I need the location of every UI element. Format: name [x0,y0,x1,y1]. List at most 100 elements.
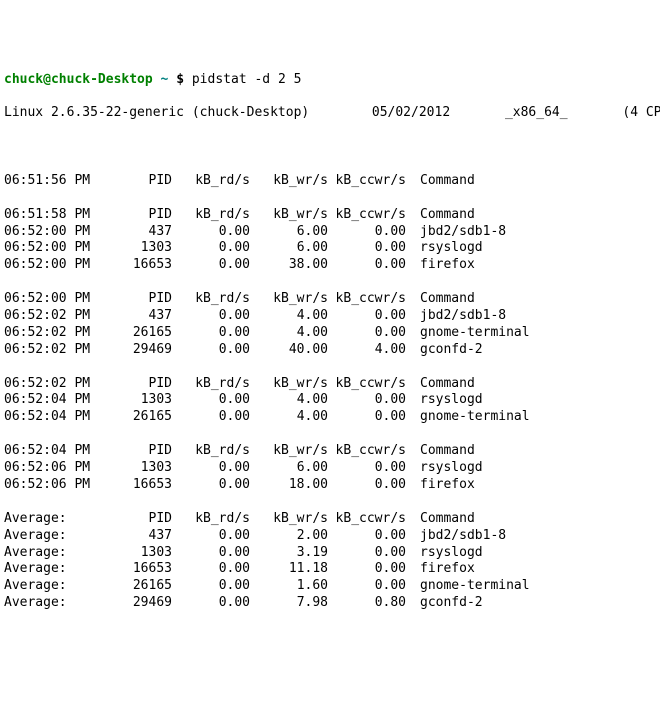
cell-rd: 0.00 [172,257,250,274]
cell-rd: 0.00 [172,308,250,325]
col-rd: kB_rd/s [172,291,250,308]
cell-wr: 4.00 [250,325,328,342]
prompt-host: chuck-Desktop [51,72,153,87]
cell-time: 06:52:02 PM [4,325,102,342]
col-wr: kB_wr/s [250,291,328,308]
cell-wr: 18.00 [250,477,328,494]
col-time: Average: [4,511,102,528]
header-row: 06:52:00 PMPIDkB_rd/skB_wr/skB_ccwr/sCom… [4,291,656,308]
cell-wr: 38.00 [250,257,328,274]
data-row: Average:294690.007.980.80gconfd-2 [4,595,656,612]
col-pid: PID [102,173,172,190]
cell-time: 06:52:00 PM [4,224,102,241]
col-time: 06:51:56 PM [4,173,102,190]
col-time: 06:52:04 PM [4,443,102,460]
prompt-path: ~ [161,72,169,87]
cell-cmd: gconfd-2 [406,595,483,612]
col-time: 06:52:02 PM [4,376,102,393]
cell-pid: 16653 [102,257,172,274]
col-pid: PID [102,207,172,224]
header-row: 06:51:58 PMPIDkB_rd/skB_wr/skB_ccwr/sCom… [4,207,656,224]
col-wr: kB_wr/s [250,376,328,393]
cell-time: 06:52:02 PM [4,308,102,325]
cell-rd: 0.00 [172,342,250,359]
col-wr: kB_wr/s [250,511,328,528]
cell-time: Average: [4,578,102,595]
col-cmd: Command [406,511,475,528]
cell-cmd: gnome-terminal [406,409,530,426]
cell-wr: 2.00 [250,528,328,545]
col-rd: kB_rd/s [172,173,250,190]
cell-rd: 0.00 [172,595,250,612]
col-cmd: Command [406,291,475,308]
cell-wr: 6.00 [250,224,328,241]
col-pid: PID [102,443,172,460]
cell-pid: 1303 [102,545,172,562]
cell-pid: 26165 [102,325,172,342]
cell-wr: 11.18 [250,561,328,578]
header-row: 06:52:02 PMPIDkB_rd/skB_wr/skB_ccwr/sCom… [4,376,656,393]
prompt-line[interactable]: chuck@chuck-Desktop ~ $ pidstat -d 2 5 [4,72,656,89]
col-cmd: Command [406,376,475,393]
col-rd: kB_rd/s [172,207,250,224]
cell-cmd: jbd2/sdb1-8 [406,224,506,241]
cell-cc: 0.00 [328,392,406,409]
cell-pid: 16653 [102,477,172,494]
cell-cmd: gconfd-2 [406,342,483,359]
cell-rd: 0.00 [172,528,250,545]
cell-time: Average: [4,528,102,545]
data-row: 06:52:06 PM13030.006.000.00rsyslogd [4,460,656,477]
cell-time: 06:52:04 PM [4,409,102,426]
data-row: 06:52:04 PM261650.004.000.00gnome-termin… [4,409,656,426]
cell-cmd: rsyslogd [406,392,483,409]
col-rd: kB_rd/s [172,443,250,460]
cell-pid: 29469 [102,342,172,359]
cell-cmd: gnome-terminal [406,325,530,342]
blank-line [4,359,656,376]
cell-cc: 0.00 [328,240,406,257]
data-row: 06:52:02 PM294690.0040.004.00gconfd-2 [4,342,656,359]
cell-pid: 437 [102,308,172,325]
col-cc: kB_ccwr/s [328,376,406,393]
data-row: Average:166530.0011.180.00firefox [4,561,656,578]
cell-rd: 0.00 [172,578,250,595]
cell-cmd: rsyslogd [406,460,483,477]
header-row: 06:51:56 PMPIDkB_rd/skB_wr/skB_ccwr/sCom… [4,173,656,190]
cell-rd: 0.00 [172,240,250,257]
cell-time: Average: [4,595,102,612]
cell-pid: 29469 [102,595,172,612]
col-pid: PID [102,376,172,393]
pidstat-output: 06:51:56 PMPIDkB_rd/skB_wr/skB_ccwr/sCom… [4,173,656,612]
cell-time: 06:52:06 PM [4,460,102,477]
col-cmd: Command [406,173,475,190]
cell-wr: 4.00 [250,308,328,325]
banner-line: Linux 2.6.35-22-generic (chuck-Desktop) … [4,105,656,122]
blank-line [4,274,656,291]
cell-pid: 26165 [102,409,172,426]
data-row: 06:52:00 PM13030.006.000.00rsyslogd [4,240,656,257]
col-wr: kB_wr/s [250,443,328,460]
header-row: 06:52:04 PMPIDkB_rd/skB_wr/skB_ccwr/sCom… [4,443,656,460]
cell-rd: 0.00 [172,392,250,409]
data-row: 06:52:00 PM166530.0038.000.00firefox [4,257,656,274]
cell-rd: 0.00 [172,325,250,342]
banner-cpu: (4 CPU) [622,105,660,120]
col-time: 06:52:00 PM [4,291,102,308]
col-cmd: Command [406,207,475,224]
cell-wr: 6.00 [250,240,328,257]
cell-cmd: gnome-terminal [406,578,530,595]
col-cc: kB_ccwr/s [328,207,406,224]
blank-line [4,426,656,443]
cell-cmd: rsyslogd [406,240,483,257]
cell-rd: 0.00 [172,545,250,562]
header-row: Average:PIDkB_rd/skB_wr/skB_ccwr/sComman… [4,511,656,528]
data-row: Average:13030.003.190.00rsyslogd [4,545,656,562]
cell-rd: 0.00 [172,477,250,494]
blank-line [4,190,656,207]
cell-pid: 1303 [102,392,172,409]
col-rd: kB_rd/s [172,511,250,528]
cell-cmd: rsyslogd [406,545,483,562]
cell-cc: 0.00 [328,325,406,342]
cell-cmd: firefox [406,477,475,494]
cell-wr: 7.98 [250,595,328,612]
